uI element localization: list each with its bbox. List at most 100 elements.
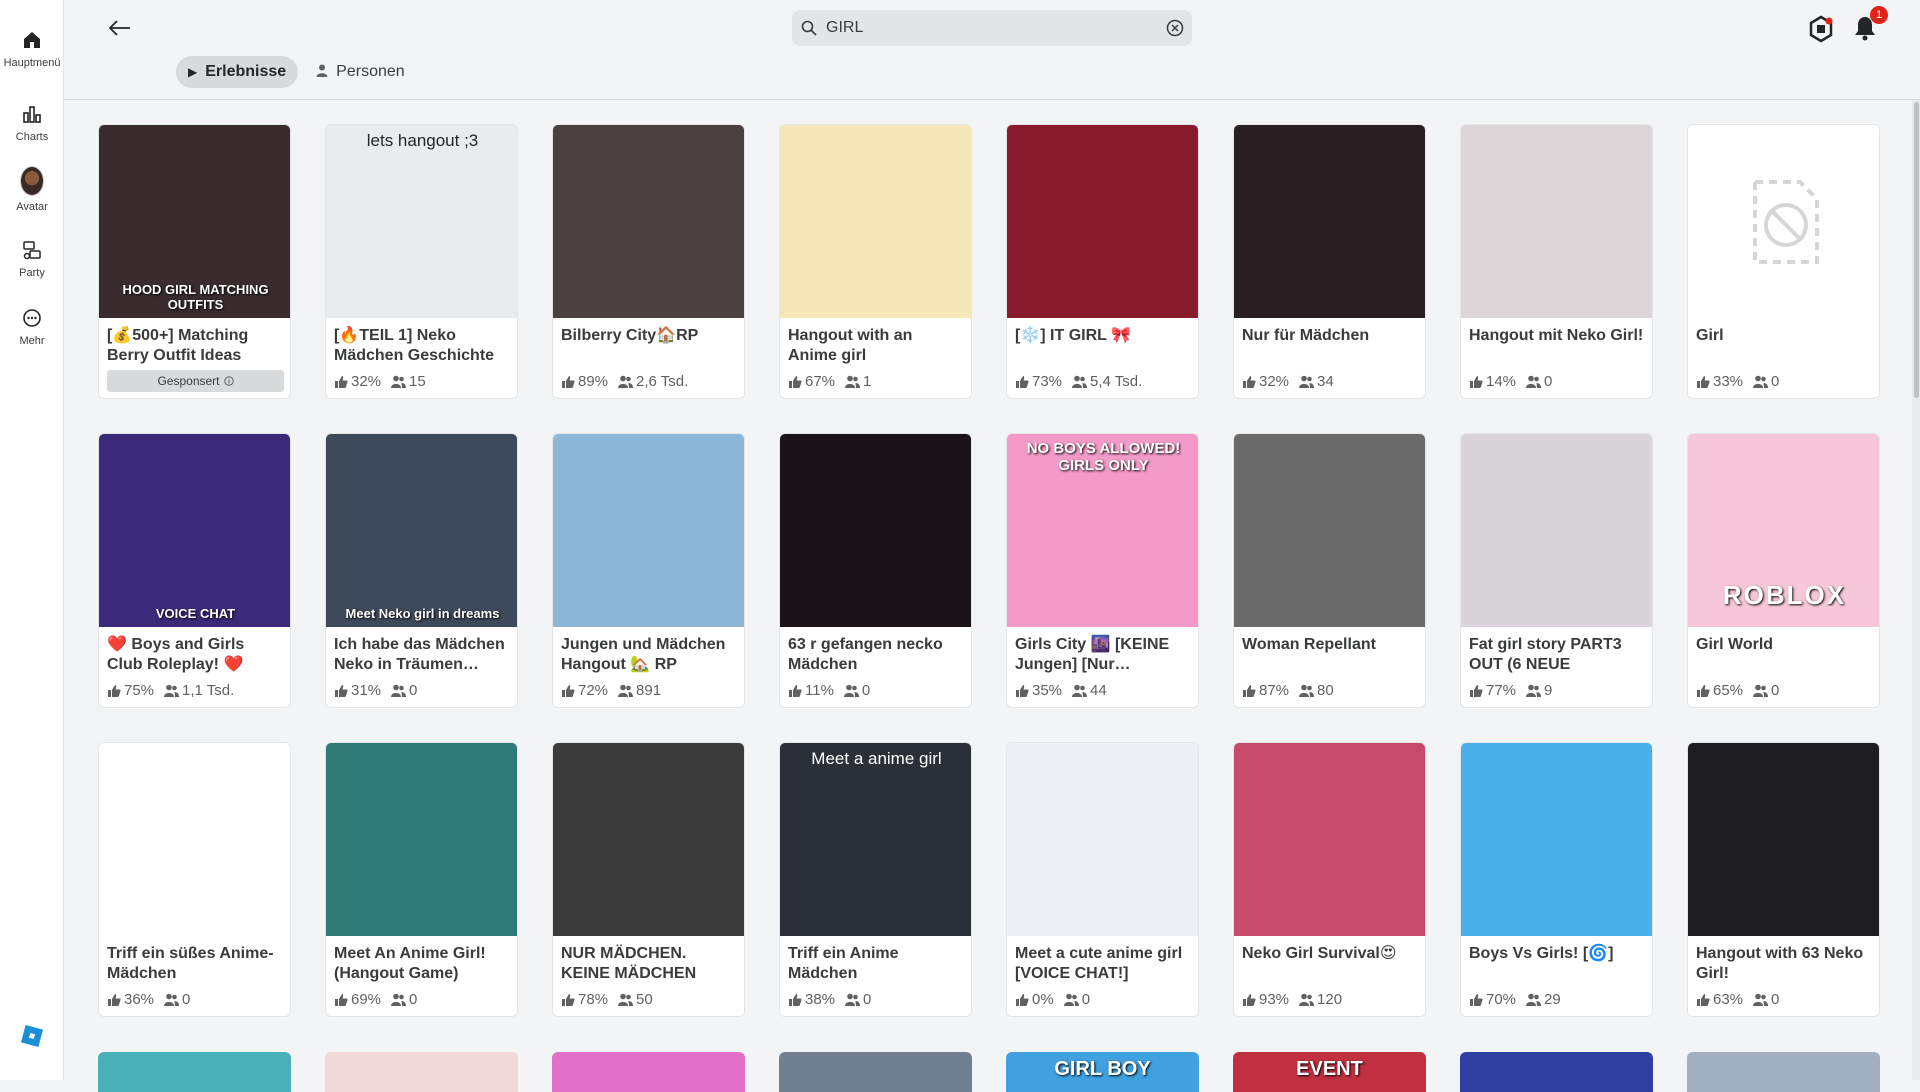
rating-stat: 73% <box>1015 373 1062 390</box>
info-icon <box>223 376 234 386</box>
search-input[interactable] <box>826 19 1158 37</box>
players-value: 0 <box>409 991 418 1008</box>
rating-stat: 65% <box>1696 682 1743 699</box>
rating-stat: 67% <box>788 373 835 390</box>
players-stat: 50 <box>618 991 653 1008</box>
rating-value: 38% <box>805 991 836 1008</box>
experience-stats: 77% 9 <box>1469 682 1552 699</box>
players-value: 34 <box>1317 373 1334 390</box>
roblox-logo-icon[interactable] <box>20 1024 44 1048</box>
experience-card[interactable]: [❄️] IT GIRL 🎀 73% 5,4 Tsd. <box>1006 124 1199 399</box>
experience-stats: 35% 44 <box>1015 682 1107 699</box>
experience-card[interactable]: HOOD GIRL MATCHING OUTFITS [💰500+] Matchi… <box>98 124 291 399</box>
experience-card-partial[interactable] <box>552 1052 745 1092</box>
experience-thumbnail <box>1688 125 1879 318</box>
rating-stat: 69% <box>334 991 381 1008</box>
person-icon <box>316 64 328 80</box>
players-value: 80 <box>1317 682 1334 699</box>
robux-button[interactable] <box>1806 14 1836 44</box>
players-icon <box>1299 375 1315 388</box>
experience-card[interactable]: Hangout with an Anime girl 67% 1 <box>779 124 972 399</box>
experience-card[interactable]: Meet Neko girl in dreams Ich habe das Mäd… <box>325 433 518 708</box>
experience-card-partial[interactable] <box>98 1052 291 1092</box>
players-stat: 9 <box>1526 682 1552 699</box>
experience-stats: 33% 0 <box>1696 373 1779 390</box>
experience-thumbnail <box>1007 743 1198 936</box>
experience-thumbnail <box>1234 743 1425 936</box>
rating-stat: 11% <box>788 682 834 699</box>
sidebar-item-charts[interactable]: Charts <box>0 102 64 143</box>
rating-stat: 32% <box>334 373 381 390</box>
back-button[interactable] <box>102 14 138 42</box>
thumbs-up-icon <box>1697 684 1710 697</box>
players-value: 0 <box>409 682 418 699</box>
experience-card-partial[interactable] <box>1687 1052 1880 1092</box>
players-stat: 0 <box>1063 991 1090 1008</box>
experience-title: Triff ein Anime Mädchen <box>788 945 899 982</box>
experience-card[interactable]: lets hangout ;3 [🔥TEIL 1] Neko Mädchen Ge… <box>325 124 518 399</box>
players-value: 15 <box>409 373 426 390</box>
experience-card[interactable]: Girl 33% 0 <box>1687 124 1880 399</box>
experience-thumbnail: Meet a anime girl <box>780 743 971 936</box>
players-value: 120 <box>1317 991 1343 1008</box>
sponsored-badge[interactable]: Gesponsert <box>107 370 284 392</box>
sidebar-item-avatar[interactable]: Avatar <box>0 166 64 213</box>
experience-card[interactable]: Fat girl story PART3 OUT (6 NEUE szenen…… <box>1460 433 1653 708</box>
experience-title: Jungen und Mädchen Hangout 🏡 RP <box>561 636 726 673</box>
experience-stats: 32% 34 <box>1242 373 1334 390</box>
experience-card[interactable]: 63 r gefangen necko Mädchen 11% 0 <box>779 433 972 708</box>
rating-stat: 75% <box>107 682 154 699</box>
experience-title: Neko Girl Survival😍 <box>1242 945 1397 962</box>
search-icon <box>792 20 826 36</box>
players-value: 1 <box>863 373 872 390</box>
experience-stats: 70% 29 <box>1469 991 1561 1008</box>
experience-card[interactable]: Boys Vs Girls! [🌀] 70% 29 <box>1460 742 1653 1017</box>
experience-thumbnail <box>1234 434 1425 627</box>
experience-card[interactable]: Meet a anime girl Triff ein Anime Mädchen… <box>779 742 972 1017</box>
sidebar-item-party[interactable]: Party <box>0 238 64 279</box>
experience-card[interactable]: NUR MÄDCHEN. KEINE MÄDCHEN ERLAUBT. 78% 50 <box>552 742 745 1017</box>
experience-card[interactable]: ROBLOX Girl World 65% 0 <box>1687 433 1880 708</box>
players-value: 1,1 Tsd. <box>182 682 235 699</box>
experience-thumbnail <box>553 125 744 318</box>
experience-card[interactable]: NO BOYS ALLOWED! GIRLS ONLY Girls City 🌆 … <box>1006 433 1199 708</box>
players-value: 5,4 Tsd. <box>1090 373 1143 390</box>
experience-card[interactable]: Hangout with 63 Neko Girl! 63% 0 <box>1687 742 1880 1017</box>
experience-card[interactable]: Meet An Anime Girl! (Hangout Game) 69% 0 <box>325 742 518 1017</box>
experience-card-partial[interactable]: GIRL BOY <box>1006 1052 1199 1092</box>
experience-title: NUR MÄDCHEN. KEINE MÄDCHEN ERLAUBT. <box>561 945 697 982</box>
experience-card-partial[interactable] <box>325 1052 518 1092</box>
experience-card[interactable]: Meet a cute anime girl [VOICE CHAT!] 0% 0 <box>1006 742 1199 1017</box>
notifications-button[interactable]: 1 <box>1852 6 1888 44</box>
experience-card[interactable]: Neko Girl Survival😍 93% 120 <box>1233 742 1426 1017</box>
players-stat: 1 <box>845 373 871 390</box>
sidebar-item-more[interactable]: Mehr <box>0 306 64 347</box>
clear-search-icon[interactable] <box>1158 19 1192 37</box>
scrollbar-thumb[interactable] <box>1914 102 1919 398</box>
players-icon <box>1072 375 1088 388</box>
experience-title: Hangout mit Neko Girl! <box>1469 327 1644 344</box>
sidebar-item-home[interactable]: Hauptmenü <box>0 28 64 69</box>
experience-card[interactable]: Woman Repellant 87% 80 <box>1233 433 1426 708</box>
experience-card[interactable]: Jungen und Mädchen Hangout 🏡 RP 72% 891 <box>552 433 745 708</box>
rating-value: 72% <box>578 682 609 699</box>
experience-stats: 31% 0 <box>334 682 417 699</box>
search-bar[interactable] <box>792 10 1192 46</box>
rating-value: 93% <box>1259 991 1290 1008</box>
experience-card-partial[interactable] <box>1460 1052 1653 1092</box>
experience-thumbnail: NO BOYS ALLOWED! GIRLS ONLY <box>1007 434 1198 627</box>
tab-people[interactable]: Personen <box>304 56 417 88</box>
experience-card[interactable]: Nur für Mädchen 32% 34 <box>1233 124 1426 399</box>
experience-card[interactable]: VOICE CHAT ❤️ Boys and Girls Club Rolepla… <box>98 433 291 708</box>
experience-card[interactable]: Triff ein süßes Anime-Mädchen 36% 0 <box>98 742 291 1017</box>
experience-card[interactable]: Bilberry City🏠RP 89% 2,6 Tsd. <box>552 124 745 399</box>
rating-stat: 70% <box>1469 991 1516 1008</box>
experience-thumbnail: ROBLOX <box>1688 434 1879 627</box>
experience-card-partial[interactable]: EVENT <box>1233 1052 1426 1092</box>
players-icon <box>1299 684 1315 697</box>
thumbnail-caption: VOICE CHAT <box>155 606 236 621</box>
tab-experiences[interactable]: ▶ Erlebnisse <box>176 56 299 88</box>
experience-card-partial[interactable] <box>779 1052 972 1092</box>
experience-card[interactable]: Hangout mit Neko Girl! 14% 0 <box>1460 124 1653 399</box>
experience-title: 63 r gefangen necko Mädchen <box>788 636 943 673</box>
